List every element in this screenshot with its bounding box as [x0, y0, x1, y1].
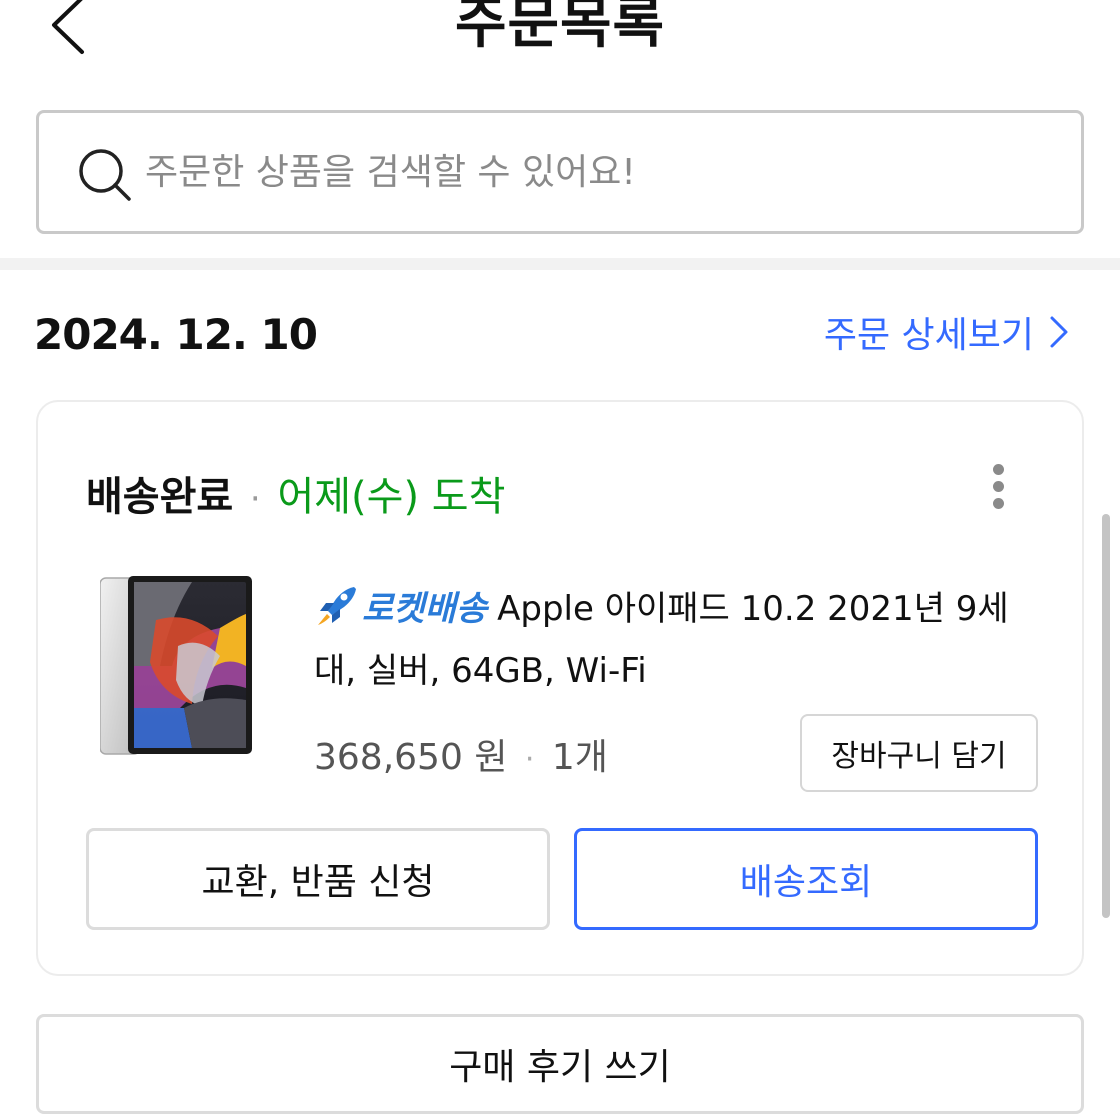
section-divider — [0, 258, 1120, 270]
page-title: 주문목록 — [454, 0, 666, 56]
chevron-right-icon — [1050, 316, 1068, 348]
order-card: 배송완료 · 어제(수) 도착 로켓배송 Apple 아이패드 10.2 202… — [36, 400, 1084, 976]
order-detail-link[interactable]: 주문 상세보기 — [824, 306, 1070, 358]
product-thumbnail[interactable] — [100, 576, 254, 756]
product-price: 368,650 원 — [314, 737, 508, 778]
add-to-cart-button[interactable]: 장바구니 담기 — [800, 714, 1038, 792]
scrollbar[interactable] — [1102, 514, 1110, 918]
more-vertical-icon — [986, 464, 1010, 509]
order-detail-link-label: 주문 상세보기 — [823, 315, 1034, 356]
delivery-tracking-button[interactable]: 배송조회 — [574, 828, 1038, 930]
order-date: 2024. 12. 10 — [34, 310, 318, 359]
rocket-icon — [318, 587, 356, 625]
delivery-status-row: 배송완료 · 어제(수) 도착 — [86, 464, 505, 522]
product-quantity: 1개 — [551, 737, 608, 778]
arrival-info: 어제(수) 도착 — [277, 474, 506, 520]
search-icon — [79, 149, 131, 201]
write-review-button[interactable]: 구매 후기 쓰기 — [36, 1014, 1084, 1114]
search-bar[interactable] — [36, 110, 1084, 234]
status-separator: · — [249, 479, 261, 519]
delivery-status: 배송완료 — [86, 474, 234, 520]
exchange-return-button[interactable]: 교환, 반품 신청 — [86, 828, 550, 930]
header-bar: 주문목록 — [0, 0, 1120, 80]
rocket-delivery-label: 로켓배송 — [362, 589, 488, 629]
search-input[interactable] — [143, 113, 1043, 231]
more-options-button[interactable] — [986, 464, 1010, 514]
price-separator: · — [524, 742, 535, 777]
price-row: 368,650 원 · 1개 — [314, 728, 608, 780]
product-title[interactable]: 로켓배송 Apple 아이패드 10.2 2021년 9세대, 실버, 64GB,… — [314, 578, 1034, 702]
